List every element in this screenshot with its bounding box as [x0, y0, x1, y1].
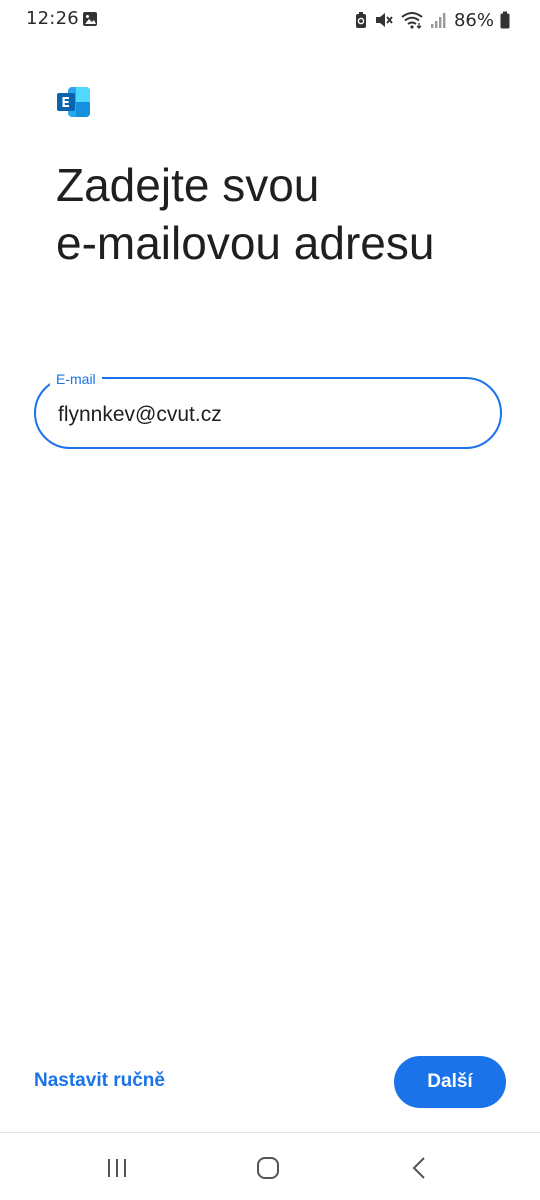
status-icons: 86%	[354, 8, 510, 32]
page-title: Zadejte svou e-mailovou adresu	[56, 156, 516, 272]
recents-icon	[108, 1159, 126, 1177]
signal-icon	[430, 13, 446, 28]
next-button[interactable]: Další	[394, 1056, 506, 1108]
page-title-line-2: e-mailovou adresu	[56, 217, 435, 269]
battery-icon	[500, 11, 510, 29]
exchange-logo-icon	[57, 87, 90, 117]
gallery-icon	[83, 12, 97, 26]
mute-icon	[375, 13, 393, 27]
status-time: 12:26	[26, 8, 79, 29]
email-field-label: E-mail	[50, 371, 102, 387]
home-button[interactable]	[248, 1153, 288, 1183]
email-input[interactable]	[58, 398, 478, 432]
battery-saver-icon	[355, 12, 366, 28]
battery-percent: 86%	[453, 9, 494, 31]
back-icon	[412, 1157, 425, 1179]
wifi-icon	[401, 12, 423, 29]
page-title-line-1: Zadejte svou	[56, 159, 320, 211]
home-icon	[257, 1157, 279, 1179]
screen: 12:26 86% Zadejte svou e-mailovou adresu…	[0, 0, 540, 1200]
manual-setup-link[interactable]: Nastavit ručně	[34, 1070, 165, 1092]
navigation-bar	[0, 1132, 540, 1200]
back-button[interactable]	[400, 1153, 440, 1183]
status-bar: 12:26 86%	[0, 0, 540, 40]
recents-button[interactable]	[97, 1153, 137, 1183]
